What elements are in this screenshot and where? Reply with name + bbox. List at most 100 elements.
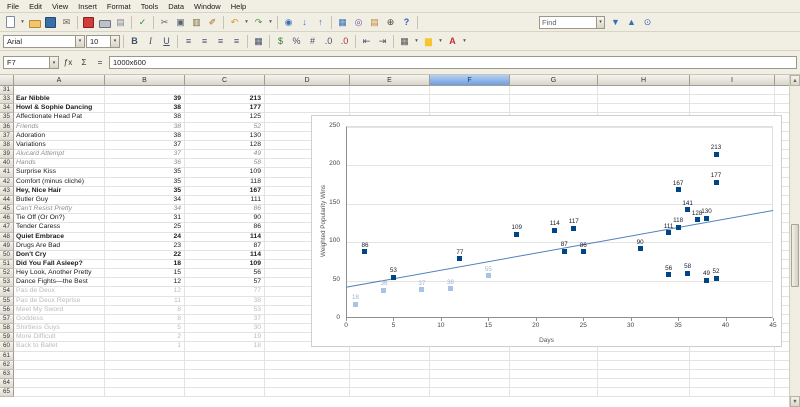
row-header-39[interactable]: 39 <box>0 150 14 160</box>
find-and-replace-icon[interactable]: ⊙ <box>640 15 655 30</box>
scroll-up-arrow[interactable]: ▲ <box>790 75 800 86</box>
cell-B47[interactable]: 25 <box>105 223 185 233</box>
cell-B58[interactable]: 5 <box>105 324 185 334</box>
cell-B31[interactable] <box>105 86 185 96</box>
cell-D31[interactable] <box>265 86 350 96</box>
function-wizard-button[interactable]: ƒx <box>61 56 75 69</box>
cell-I63[interactable] <box>690 369 775 379</box>
increase-indent-button[interactable]: ⇥ <box>375 34 390 49</box>
cell-A58[interactable]: Shirtless Guys <box>14 324 105 334</box>
align-justify-button[interactable]: ≡ <box>229 34 244 49</box>
cell-G64[interactable] <box>510 379 598 389</box>
vertical-scrollbar[interactable]: ▲ ▼ <box>789 75 800 407</box>
cell-G63[interactable] <box>510 369 598 379</box>
cell-C65[interactable] <box>185 388 265 398</box>
formula-input-line[interactable]: 1000x600 <box>109 56 797 69</box>
cell-G62[interactable] <box>510 360 598 370</box>
cell-B64[interactable] <box>105 379 185 389</box>
cell-C42[interactable]: 118 <box>185 177 265 187</box>
zoom-icon[interactable]: ⊕ <box>383 15 398 30</box>
cell-B42[interactable]: 35 <box>105 177 185 187</box>
menu-data[interactable]: Data <box>163 1 189 12</box>
cell-I62[interactable] <box>690 360 775 370</box>
cell-B53[interactable]: 12 <box>105 278 185 288</box>
column-header-B[interactable]: B <box>105 75 185 86</box>
cell-C47[interactable]: 86 <box>185 223 265 233</box>
cell-F61[interactable] <box>430 351 510 361</box>
cell-C51[interactable]: 109 <box>185 259 265 270</box>
cell-C48[interactable]: 114 <box>185 232 265 242</box>
cell-H62[interactable] <box>598 360 690 370</box>
underline-button[interactable]: U <box>159 34 174 49</box>
cell-C52[interactable]: 56 <box>185 269 265 279</box>
row-header-33[interactable]: 33 <box>0 95 14 105</box>
cell-E31[interactable] <box>350 86 430 96</box>
decrease-indent-button[interactable]: ⇤ <box>359 34 374 49</box>
cell-G65[interactable] <box>510 388 598 398</box>
row-header-34[interactable]: 34 <box>0 104 14 114</box>
cell-A51[interactable]: Did You Fall Asleep? <box>14 259 105 270</box>
cell-I33[interactable] <box>690 95 775 105</box>
find-dropdown-arrow[interactable]: ▾ <box>596 16 604 28</box>
row-header-52[interactable]: 52 <box>0 269 14 279</box>
cell-C41[interactable]: 109 <box>185 168 265 178</box>
row-header-31[interactable]: 31 <box>0 86 14 96</box>
cell-A47[interactable]: Tender Caress <box>14 223 105 233</box>
cell-C35[interactable]: 125 <box>185 113 265 123</box>
cell-H33[interactable] <box>598 95 690 105</box>
align-right-button[interactable]: ≡ <box>213 34 228 49</box>
cell-H65[interactable] <box>598 388 690 398</box>
copy-icon[interactable]: ▣ <box>173 15 188 30</box>
row-header-36[interactable]: 36 <box>0 122 14 132</box>
row-header-38[interactable]: 38 <box>0 140 14 151</box>
cell-H31[interactable] <box>598 86 690 96</box>
cell-B35[interactable]: 38 <box>105 113 185 123</box>
cell-C45[interactable]: 86 <box>185 205 265 215</box>
cell-B50[interactable]: 22 <box>105 250 185 260</box>
cell-B54[interactable]: 12 <box>105 287 185 297</box>
font-size-dropdown-arrow[interactable]: ▾ <box>110 35 119 47</box>
cell-C64[interactable] <box>185 379 265 389</box>
row-header-44[interactable]: 44 <box>0 195 14 206</box>
cell-A54[interactable]: Pas de Deux <box>14 287 105 297</box>
cell-D63[interactable] <box>265 369 350 379</box>
print-icon[interactable] <box>97 15 112 30</box>
cell-D65[interactable] <box>265 388 350 398</box>
cell-A35[interactable]: Affectionate Head Pat <box>14 113 105 123</box>
cell-F34[interactable] <box>430 104 510 114</box>
open-icon[interactable] <box>27 15 42 30</box>
cell-C50[interactable]: 114 <box>185 250 265 260</box>
standard-format-button[interactable]: # <box>305 34 320 49</box>
cell-A33[interactable]: Ear Nibble <box>14 95 105 105</box>
row-header-40[interactable]: 40 <box>0 159 14 169</box>
cell-C55[interactable]: 38 <box>185 296 265 306</box>
cell-C56[interactable]: 53 <box>185 305 265 315</box>
format-paintbrush-icon[interactable]: ✐ <box>205 15 220 30</box>
cell-H61[interactable] <box>598 351 690 361</box>
cell-A37[interactable]: Adoration <box>14 131 105 141</box>
cell-B65[interactable] <box>105 388 185 398</box>
cell-A64[interactable] <box>14 379 105 389</box>
cell-B62[interactable] <box>105 360 185 370</box>
cell-F62[interactable] <box>430 360 510 370</box>
cell-H34[interactable] <box>598 104 690 114</box>
cell-C59[interactable]: 19 <box>185 333 265 343</box>
cell-A52[interactable]: Hey Look, Another Pretty <box>14 269 105 279</box>
row-header-51[interactable]: 51 <box>0 259 14 270</box>
menu-insert[interactable]: Insert <box>73 1 102 12</box>
row-header-50[interactable]: 50 <box>0 250 14 260</box>
cell-C63[interactable] <box>185 369 265 379</box>
cell-E63[interactable] <box>350 369 430 379</box>
cell-B41[interactable]: 35 <box>105 168 185 178</box>
cell-H63[interactable] <box>598 369 690 379</box>
font-size-combo[interactable]: 10 ▾ <box>86 34 120 48</box>
row-header-54[interactable]: 54 <box>0 287 14 297</box>
cell-A45[interactable]: Can't Resist Pretty <box>14 205 105 215</box>
cell-I61[interactable] <box>690 351 775 361</box>
row-header-55[interactable]: 55 <box>0 296 14 306</box>
cell-C38[interactable]: 128 <box>185 140 265 151</box>
column-header-G[interactable]: G <box>510 75 598 86</box>
cell-A40[interactable]: Hands <box>14 159 105 169</box>
cell-C53[interactable]: 57 <box>185 278 265 288</box>
cell-G61[interactable] <box>510 351 598 361</box>
